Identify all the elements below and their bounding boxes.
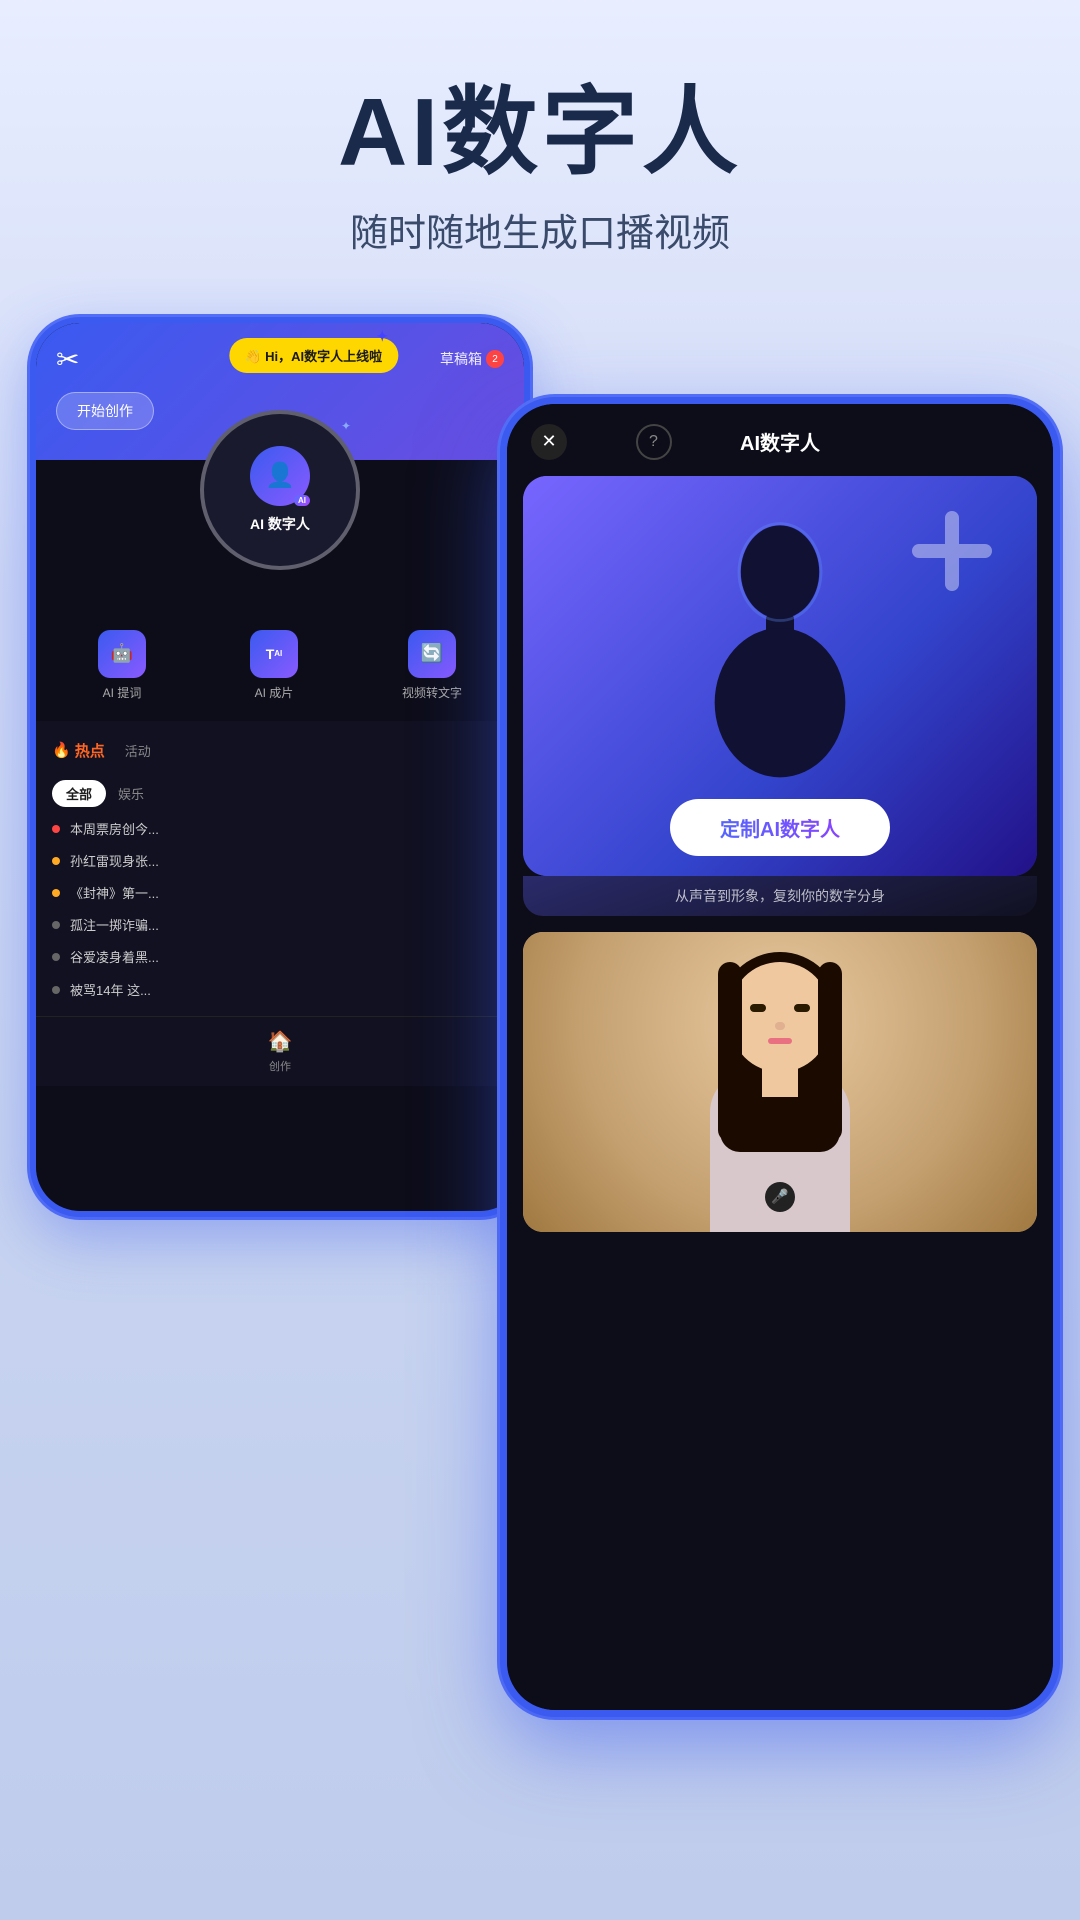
hair-left — [718, 962, 742, 1142]
close-button[interactable]: ✕ — [531, 424, 567, 460]
news-dot-3 — [52, 889, 60, 897]
back-phone-inner: ✂ 草稿箱 2 开始创作 👋 Hi，AI数字人上线啦 — [36, 323, 524, 1211]
draft-label: 草稿箱 — [440, 349, 482, 369]
news-text-5: 谷爱凌身着黑... — [70, 949, 159, 967]
hot-tabs: 🔥 热点 活动 — [52, 737, 508, 764]
news-dot-1 — [52, 825, 60, 833]
home-icon: 🏠 — [268, 1029, 293, 1054]
news-dot-2 — [52, 857, 60, 865]
list-item[interactable]: 孙红雷现身张... — [52, 853, 508, 871]
front-phone-inner: ✕ ? AI数字人 — [507, 404, 1053, 1710]
activity-tab[interactable]: 活动 — [121, 737, 155, 764]
filter-entertainment[interactable]: 娱乐 — [114, 780, 148, 807]
dh-showcase: 定制AI数字人 — [523, 476, 1037, 876]
dh-silhouette — [680, 516, 880, 796]
eye-right — [794, 1004, 810, 1012]
news-text-2: 孙红雷现身张... — [70, 853, 159, 871]
list-item[interactable]: 《封神》第一... — [52, 885, 508, 903]
start-create-button[interactable]: 开始创作 — [56, 392, 154, 430]
ai-video-icon: TAI — [250, 630, 298, 678]
tool-ai-prompt[interactable]: 🤖 AI 提词 — [98, 630, 146, 701]
news-text-6: 被骂14年 这... — [70, 982, 151, 1000]
main-title: AI数字人 — [0, 80, 1080, 186]
help-button[interactable]: ? — [636, 424, 672, 460]
person-icon: 👤 — [265, 461, 295, 491]
list-item[interactable]: 本周票房创今... — [52, 821, 508, 839]
news-list: 本周票房创今... 孙红雷现身张... 《封神》第一... 孤注一掷诈骗... — [52, 821, 508, 1000]
head — [730, 962, 830, 1072]
front-phone-header: ✕ ? AI数字人 — [507, 404, 1053, 476]
tool-ai-video[interactable]: TAI AI 成片 — [250, 630, 298, 701]
customize-btn-label: 定制AI数字人 — [720, 819, 840, 841]
draft-badge: 2 — [486, 350, 504, 368]
video-to-text-label: 视频转文字 — [402, 684, 462, 701]
news-dot-5 — [52, 953, 60, 961]
news-dot-4 — [52, 921, 60, 929]
back-phone: ✂ 草稿箱 2 开始创作 👋 Hi，AI数字人上线啦 — [30, 317, 530, 1217]
back-phone-nav: 🏠 创作 — [36, 1016, 524, 1086]
nose — [775, 1022, 785, 1030]
phones-container: ✂ 草稿箱 2 开始创作 👋 Hi，AI数字人上线啦 — [0, 297, 1080, 1757]
sparkle-icon: ✦ — [341, 419, 351, 433]
tools-row: 🤖 AI 提词 TAI AI 成片 🔄 视频转文字 — [36, 610, 524, 721]
nav-create[interactable]: 🏠 创作 — [268, 1029, 293, 1074]
hot-content: 🔥 热点 活动 全部 娱乐 本周票房创今... 孙红雷 — [36, 721, 524, 1016]
news-dot-6 — [52, 986, 60, 994]
ai-circle-icon: 👤 — [250, 446, 310, 506]
ai-popup-bubble: 👋 Hi，AI数字人上线啦 — [229, 338, 398, 373]
ai-circle[interactable]: 👤 ✦ AI 数字人 — [200, 410, 360, 570]
hair-right — [818, 962, 842, 1142]
hot-label: 热点 — [75, 740, 105, 761]
eye-left — [750, 1004, 766, 1012]
real-person-showcase[interactable]: 🎤 — [523, 932, 1037, 1232]
plus-decoration — [907, 506, 997, 601]
scissors-icon: ✂ — [56, 343, 79, 376]
mouth — [768, 1038, 792, 1044]
video-to-text-icon: 🔄 — [408, 630, 456, 678]
front-title: AI数字人 — [740, 427, 820, 456]
dh-subtitle: 从声音到形象，复刻你的数字分身 — [523, 876, 1037, 916]
filter-all[interactable]: 全部 — [52, 780, 106, 807]
tool-video-to-text[interactable]: 🔄 视频转文字 — [402, 630, 462, 701]
ai-circle-label: AI 数字人 — [250, 514, 310, 534]
neck — [762, 1067, 798, 1097]
list-item[interactable]: 被骂14年 这... — [52, 982, 508, 1000]
draft-box[interactable]: 草稿箱 2 — [440, 349, 504, 369]
news-text-4: 孤注一掷诈骗... — [70, 917, 159, 935]
customize-button[interactable]: 定制AI数字人 — [670, 799, 890, 856]
ai-prompt-icon: 🤖 — [98, 630, 146, 678]
ai-prompt-label: AI 提词 — [103, 684, 142, 701]
ai-video-label: AI 成片 — [255, 684, 294, 701]
mic-icon: 🎤 — [765, 1182, 795, 1212]
news-text-1: 本周票房创今... — [70, 821, 159, 839]
nav-create-label: 创作 — [269, 1058, 291, 1074]
page-header: AI数字人 随时随地生成口播视频 — [0, 0, 1080, 297]
hot-tab-fire[interactable]: 🔥 热点 — [52, 737, 105, 764]
news-text-3: 《封神》第一... — [70, 885, 159, 903]
main-subtitle: 随时随地生成口播视频 — [0, 202, 1080, 257]
fire-icon: 🔥 — [52, 741, 71, 759]
topbar-right: 草稿箱 2 — [440, 349, 504, 369]
list-item[interactable]: 谷爱凌身着黑... — [52, 949, 508, 967]
front-phone: ✕ ? AI数字人 — [500, 397, 1060, 1717]
list-item[interactable]: 孤注一掷诈骗... — [52, 917, 508, 935]
